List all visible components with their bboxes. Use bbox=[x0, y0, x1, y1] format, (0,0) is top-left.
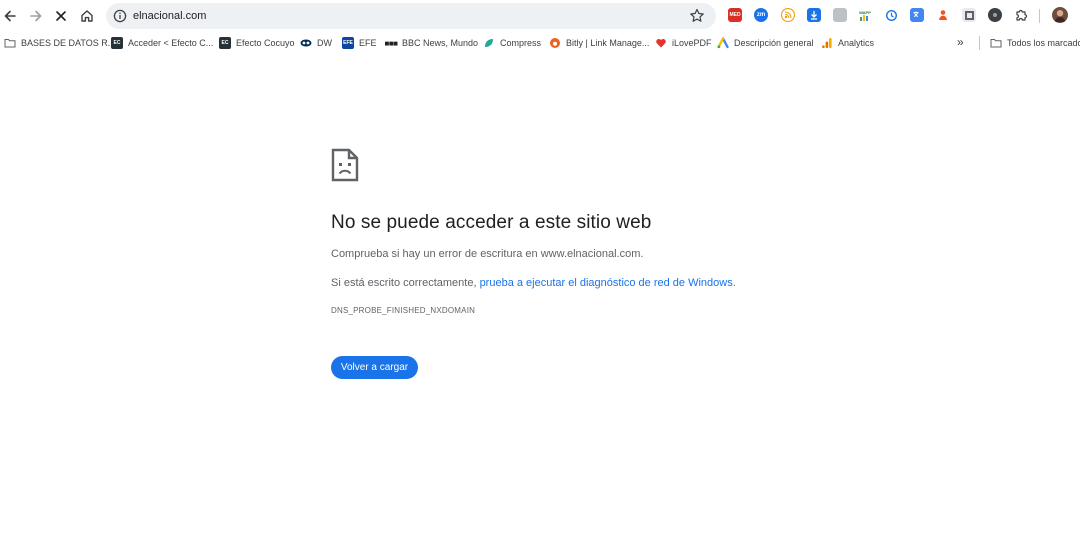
dw-favicon bbox=[300, 39, 312, 47]
home-button[interactable] bbox=[75, 4, 99, 28]
error-title: No se puede acceder a este sitio web bbox=[331, 212, 652, 233]
browser-toolbar: elnacional.com MED zm WAPP bbox=[0, 0, 1080, 32]
bbc-favicon: ■■■ bbox=[384, 38, 399, 48]
translate-icon bbox=[913, 11, 919, 17]
bookmark-efecto-cocuyo[interactable]: EC Efecto Cocuyo bbox=[219, 35, 295, 51]
gray-extension-icon[interactable] bbox=[833, 8, 847, 22]
all-bookmarks-folder[interactable]: Todos los marcadores bbox=[990, 35, 1080, 51]
diagnostic-suffix: . bbox=[732, 277, 736, 289]
extensions-menu-button[interactable] bbox=[1014, 8, 1028, 22]
speed-extension-icon[interactable]: MED bbox=[728, 8, 742, 22]
puzzle-icon bbox=[1016, 9, 1028, 21]
bookmark-label: Analytics bbox=[838, 38, 875, 48]
bookmarks-bar: BASES DE DATOS R... EC Acceder < Efecto … bbox=[0, 32, 1080, 54]
bookmark-bbc-news-mundo[interactable]: ■■■ BBC News, Mundo bbox=[384, 35, 479, 51]
bookmark-label: Efecto Cocuyo bbox=[236, 38, 295, 48]
efe-favicon: EFE bbox=[342, 37, 354, 49]
bookmark-label: Compress bbox=[500, 38, 542, 48]
download-icon bbox=[811, 11, 817, 20]
bookmark-acceder-efecto-cocuyo[interactable]: EC Acceder < Efecto C... bbox=[111, 35, 213, 51]
home-icon bbox=[81, 10, 93, 22]
wappalyzer-extension-icon[interactable]: WAPP bbox=[858, 8, 872, 22]
bookmark-analytics[interactable]: Analytics bbox=[821, 35, 874, 51]
person-icon bbox=[939, 10, 947, 20]
zoom-extension-badge: zm bbox=[756, 12, 766, 18]
back-button[interactable] bbox=[0, 4, 22, 28]
bookmark-label: Descripción general bbox=[734, 38, 814, 48]
chevron-double-right-icon: » bbox=[957, 35, 964, 49]
stop-loading-button[interactable] bbox=[49, 4, 73, 28]
translate-extension-icon[interactable] bbox=[910, 8, 924, 22]
bookmark-label: DW bbox=[317, 38, 332, 48]
bookmark-label: Acceder < Efecto C... bbox=[128, 38, 214, 48]
bookmark-efe[interactable]: EFE EFE bbox=[342, 35, 377, 51]
error-check-text: Comprueba si hay un error de escritura e… bbox=[331, 248, 644, 260]
history-extension-icon[interactable] bbox=[884, 8, 898, 22]
error-code: DNS_PROBE_FINISHED_NXDOMAIN bbox=[331, 306, 476, 315]
history-icon bbox=[885, 9, 897, 21]
url-text[interactable]: elnacional.com bbox=[133, 8, 206, 24]
bookmark-folder-bases-de-datos[interactable]: BASES DE DATOS R... bbox=[4, 35, 115, 51]
compress-favicon bbox=[485, 39, 493, 47]
google-ads-favicon bbox=[717, 37, 729, 49]
bookmark-compress[interactable]: Compress bbox=[483, 35, 541, 51]
bookmark-label: EFE bbox=[359, 38, 377, 48]
efecto-cocuyo-favicon: EC bbox=[111, 37, 123, 49]
efecto-cocuyo-favicon: EC bbox=[219, 37, 231, 49]
download-extension-icon[interactable] bbox=[807, 8, 821, 22]
bookmarks-divider bbox=[979, 36, 980, 50]
star-icon[interactable] bbox=[688, 7, 706, 25]
forward-button[interactable] bbox=[24, 4, 48, 28]
bookmark-bitly[interactable]: Bitly | Link Manage... bbox=[549, 35, 649, 51]
avatar-icon bbox=[1054, 10, 1066, 22]
speed-extension-badge: MED bbox=[729, 12, 741, 18]
orange-extension-icon[interactable] bbox=[936, 8, 950, 22]
bitly-favicon bbox=[550, 38, 560, 48]
bookmark-dw[interactable]: DW bbox=[300, 35, 332, 51]
bookmark-label: BASES DE DATOS R... bbox=[21, 38, 116, 48]
bookmark-label: BBC News, Mundo bbox=[402, 38, 479, 48]
ilovepdf-favicon bbox=[656, 38, 666, 48]
all-bookmarks-label: Todos los marcadores bbox=[1007, 38, 1080, 48]
bookmarks-overflow-button[interactable]: » bbox=[957, 34, 964, 50]
site-info-icon[interactable] bbox=[112, 8, 128, 24]
rss-icon bbox=[784, 11, 792, 19]
bookmark-descripcion-general[interactable]: Descripción general bbox=[717, 35, 814, 51]
zoom-extension-icon[interactable]: zm bbox=[754, 8, 768, 22]
dark-extension-icon[interactable] bbox=[988, 8, 1002, 22]
profile-avatar[interactable] bbox=[1052, 7, 1068, 23]
sad-document-icon bbox=[331, 148, 359, 182]
image-icon bbox=[964, 10, 974, 20]
toolbar-divider bbox=[1039, 9, 1040, 23]
address-bar[interactable]: elnacional.com bbox=[106, 3, 716, 29]
network-diagnostic-link[interactable]: prueba a ejecutar el diagnóstico de red … bbox=[480, 277, 733, 289]
error-diagnostic-text: Si está escrito correctamente, prueba a … bbox=[331, 277, 736, 289]
bookmark-label: iLovePDF bbox=[672, 38, 712, 48]
reload-button[interactable]: Volver a cargar bbox=[331, 356, 418, 379]
close-icon bbox=[56, 11, 66, 21]
chart-bars-icon bbox=[860, 14, 868, 21]
bookmark-label: Bitly | Link Manage... bbox=[566, 38, 650, 48]
arrow-left-icon bbox=[4, 10, 16, 22]
bookmark-ilovepdf[interactable]: iLovePDF bbox=[655, 35, 712, 51]
folder-icon bbox=[4, 39, 16, 48]
arrow-right-icon bbox=[30, 10, 42, 22]
dot-icon bbox=[993, 13, 997, 17]
folder-icon bbox=[990, 39, 1002, 48]
screenshot-extension-icon[interactable] bbox=[962, 8, 976, 22]
rss-extension-icon[interactable] bbox=[781, 8, 795, 22]
analytics-favicon bbox=[822, 38, 832, 48]
diagnostic-prefix: Si está escrito correctamente, bbox=[331, 277, 480, 289]
